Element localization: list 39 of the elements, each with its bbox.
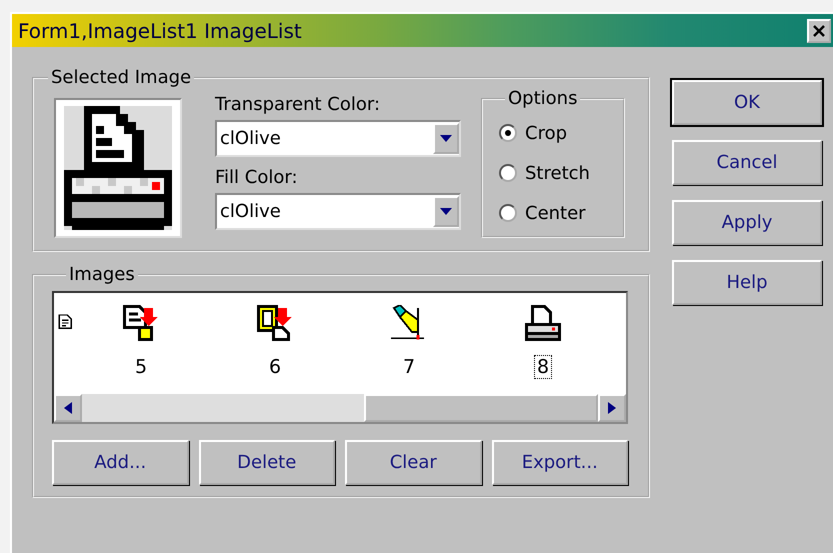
image-index[interactable]: 7: [400, 355, 418, 379]
radio-button[interactable]: [499, 164, 517, 182]
close-icon: [812, 24, 826, 38]
image-index[interactable]: 5: [132, 355, 150, 379]
printer-icon[interactable]: [525, 305, 561, 341]
horizontal-scrollbar[interactable]: [54, 394, 626, 422]
document-paste-icon[interactable]: [123, 305, 159, 341]
list-action-button[interactable]: Add...: [52, 440, 188, 485]
field-label: Transparent Color:: [215, 94, 382, 116]
dialog-button[interactable]: OK: [672, 80, 822, 125]
radio-label[interactable]: Crop: [525, 122, 568, 144]
window-title: Form1,ImageList1 ImageList: [18, 18, 302, 42]
image-index[interactable]: 6: [266, 355, 284, 379]
group-label: Images: [68, 264, 136, 285]
scroll-thumb[interactable]: [364, 394, 598, 422]
hand-pen-icon[interactable]: [391, 305, 427, 341]
clipboard-paste-icon[interactable]: [257, 305, 293, 341]
left-arrow-icon: [64, 402, 72, 414]
radio-button[interactable]: [499, 124, 517, 142]
right-arrow-icon: [608, 402, 616, 414]
fill-color-dropdown[interactable]: clOlive: [215, 193, 461, 230]
transparent-color-dropdown[interactable]: clOlive: [215, 120, 461, 157]
scroll-right-button[interactable]: [598, 394, 626, 422]
list-action-button[interactable]: Export...: [492, 440, 628, 485]
printer-icon: [64, 106, 172, 230]
group-label: Selected Image: [50, 67, 192, 88]
dialog-button[interactable]: Cancel: [672, 140, 822, 185]
dialog-button[interactable]: Help: [672, 260, 822, 305]
dialog-button[interactable]: Apply: [672, 200, 822, 245]
field-label: Fill Color:: [215, 167, 299, 189]
list-action-button[interactable]: Delete: [198, 440, 335, 485]
group-label: Options: [507, 88, 578, 109]
close-button[interactable]: [807, 18, 831, 42]
scroll-left-button[interactable]: [54, 394, 82, 422]
image-index[interactable]: 8: [534, 355, 552, 379]
radio-label[interactable]: Center: [525, 202, 586, 224]
list-action-button[interactable]: Clear: [345, 440, 482, 485]
radio-button[interactable]: [499, 204, 517, 222]
radio-label[interactable]: Stretch: [525, 162, 590, 184]
